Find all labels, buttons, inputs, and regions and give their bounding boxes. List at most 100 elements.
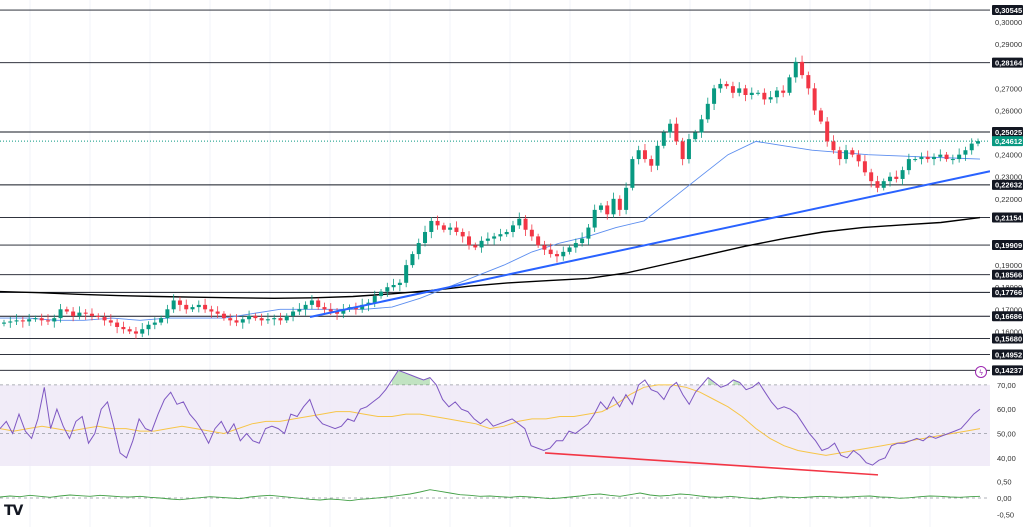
- candle-body: [957, 154, 962, 160]
- candle-body: [429, 220, 434, 232]
- candle: [699, 114, 704, 138]
- level-badge-label: 0,22632: [995, 181, 1022, 190]
- candle: [636, 145, 641, 165]
- candle-body: [567, 247, 572, 252]
- candle-body: [259, 318, 264, 321]
- tradingview-logo[interactable]: TV: [4, 503, 23, 519]
- candle-body: [71, 311, 76, 316]
- candle: [793, 57, 798, 83]
- candle: [203, 298, 208, 313]
- candle: [240, 315, 245, 329]
- candle: [837, 146, 842, 166]
- candle: [284, 313, 289, 323]
- candle-body: [215, 311, 220, 314]
- candle: [906, 153, 911, 175]
- candle: [58, 304, 63, 323]
- candle: [825, 117, 830, 147]
- candle: [661, 129, 666, 149]
- candle: [787, 74, 792, 96]
- candle-body: [586, 227, 591, 239]
- candle-body: [510, 225, 515, 232]
- candle: [611, 192, 616, 218]
- candle-body: [969, 143, 974, 151]
- candle-body: [391, 285, 396, 288]
- candle: [875, 175, 880, 193]
- candle-body: [89, 313, 94, 316]
- candle-body: [548, 249, 553, 255]
- candle-body: [284, 315, 289, 321]
- candle-body: [938, 154, 943, 157]
- candle: [102, 312, 107, 326]
- candle-body: [77, 312, 82, 316]
- candle: [127, 326, 132, 335]
- candle-body: [554, 254, 559, 257]
- candle-body: [762, 92, 767, 100]
- candle-body: [768, 97, 773, 100]
- candle: [441, 222, 446, 233]
- candle-body: [649, 159, 654, 166]
- candle: [561, 246, 566, 261]
- candle: [492, 232, 497, 245]
- candle: [190, 304, 195, 312]
- horizontal-levels[interactable]: [0, 9, 990, 371]
- price-axis[interactable]: 0,300000,290000,270000,260000,240000,230…: [990, 0, 1024, 527]
- candle-body: [598, 205, 603, 210]
- candle-body: [737, 88, 742, 93]
- candle: [517, 212, 522, 229]
- candle: [196, 300, 201, 313]
- oscillator-tick-label: -0,50: [997, 511, 1014, 520]
- flash-circle-icon[interactable]: ϟ: [975, 366, 987, 378]
- candle-body: [96, 315, 101, 318]
- candle-body: [749, 92, 754, 95]
- candle-body: [705, 103, 710, 120]
- candle: [39, 313, 44, 326]
- candle-body: [39, 318, 44, 321]
- candle-body: [240, 319, 245, 323]
- oscillator-tick-label: 0,00: [997, 494, 1012, 503]
- oscillator-tick-label: 0,50: [997, 477, 1012, 486]
- candle: [404, 259, 409, 288]
- candle-body: [177, 300, 182, 305]
- candle-body: [190, 307, 195, 310]
- candle-body: [932, 156, 937, 160]
- candle: [379, 288, 384, 299]
- candle: [265, 313, 270, 324]
- candle: [429, 217, 434, 239]
- candle: [121, 321, 126, 334]
- candle-body: [498, 234, 503, 237]
- candle-body: [724, 83, 729, 87]
- candle-body: [278, 318, 283, 321]
- candle-body: [812, 88, 817, 111]
- candle-body: [196, 304, 201, 308]
- candle: [712, 84, 717, 111]
- level-badge-label: 0,21154: [995, 213, 1023, 222]
- candle: [630, 156, 635, 191]
- candle: [479, 236, 484, 253]
- price-tick-label: 0,26000: [995, 106, 1022, 115]
- candle: [140, 323, 145, 338]
- candle: [743, 84, 748, 102]
- candle: [77, 306, 82, 320]
- candle-body: [818, 110, 823, 122]
- support-trendline[interactable]: [309, 170, 991, 319]
- candle: [510, 220, 515, 238]
- candle-body: [900, 170, 905, 179]
- candle-body: [253, 315, 258, 319]
- candle: [485, 232, 490, 245]
- candle-body: [617, 198, 622, 210]
- candle: [221, 311, 226, 321]
- candle: [674, 117, 679, 145]
- candle: [705, 97, 710, 123]
- candle-body: [133, 331, 138, 334]
- candle-body: [14, 320, 19, 322]
- candle-body: [423, 231, 428, 244]
- candle: [64, 306, 69, 315]
- candle-body: [825, 121, 830, 142]
- level-badge-label: 0,18566: [995, 271, 1022, 280]
- candle-body: [963, 150, 968, 155]
- candle-body: [159, 318, 164, 323]
- candle-body: [328, 309, 333, 312]
- candle-body: [862, 161, 867, 173]
- level-badge-label: 0,15680: [995, 334, 1022, 343]
- candle: [184, 299, 189, 314]
